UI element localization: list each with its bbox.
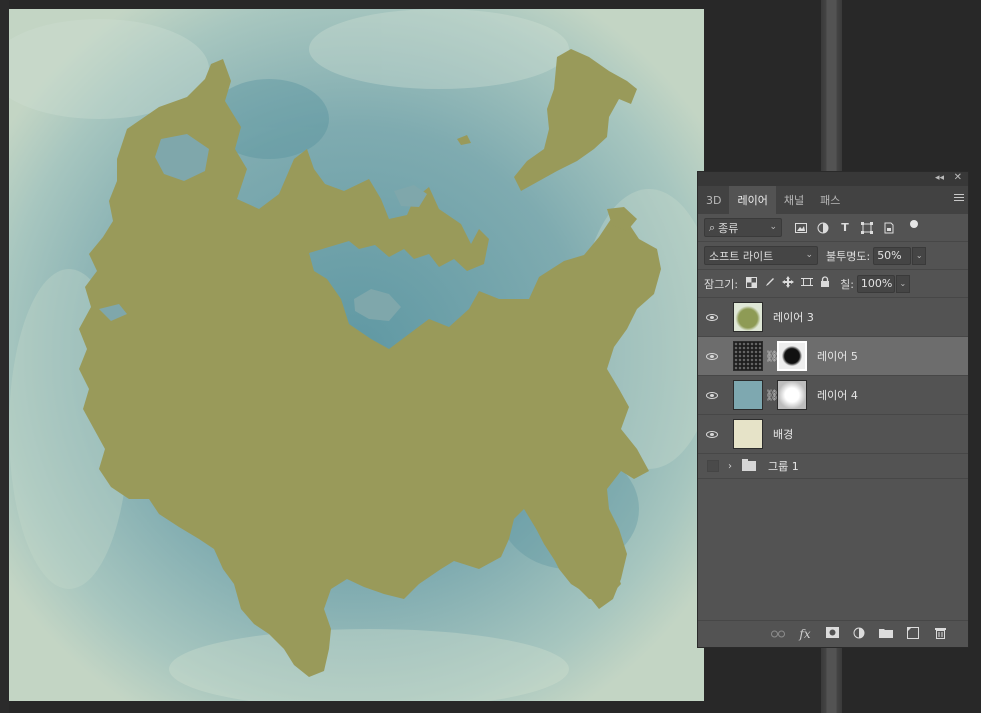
layer-name: 레이어 5 xyxy=(817,350,858,363)
link-icon[interactable] xyxy=(770,627,786,641)
layer-name: 레이어 3 xyxy=(773,311,814,324)
eye-icon xyxy=(706,352,718,360)
mask-link-icon[interactable]: ⛓ xyxy=(765,350,779,363)
eye-icon xyxy=(706,391,718,399)
layer-row-5[interactable]: ⛓ 레이어 5 xyxy=(698,337,968,376)
layer-row-background[interactable]: 배경 xyxy=(698,415,968,454)
chevron-right-icon[interactable]: › xyxy=(728,461,738,472)
layer-mask-thumbnail[interactable] xyxy=(777,380,807,410)
lock-image-pixels-icon[interactable] xyxy=(764,277,775,291)
filter-kind-select[interactable]: ⌕ 종류 ⌄ xyxy=(704,218,782,237)
pixel-filter-icon[interactable] xyxy=(794,221,808,235)
group-name: 그룹 1 xyxy=(768,460,799,473)
map-artwork xyxy=(9,9,704,701)
blend-mode-value: 소프트 라이트 xyxy=(709,249,774,263)
folder-icon[interactable] xyxy=(878,627,894,641)
opacity-slider-toggle[interactable]: ⌄ xyxy=(912,246,927,265)
blend-row: 소프트 라이트 ⌄ 불투명도: 50% ⌄ xyxy=(698,242,968,270)
lock-row: 잠그기: 칠: 100% ⌄ xyxy=(698,270,968,298)
document-canvas[interactable] xyxy=(9,9,704,701)
blend-mode-select[interactable]: 소프트 라이트 ⌄ xyxy=(704,246,818,265)
visibility-toggle[interactable] xyxy=(698,313,726,321)
eye-icon xyxy=(706,313,718,321)
folder-icon xyxy=(742,459,756,471)
panel-titlebar: ◂◂ ✕ xyxy=(698,172,968,186)
lock-position-icon[interactable] xyxy=(782,276,795,291)
filter-toggle-icon[interactable] xyxy=(910,219,918,228)
trash-icon[interactable] xyxy=(932,627,948,642)
fill-slider-toggle[interactable]: ⌄ xyxy=(895,274,910,293)
lock-artboard-icon[interactable] xyxy=(801,276,814,291)
filter-kind-label: 종류 xyxy=(718,221,739,235)
visibility-toggle[interactable] xyxy=(707,460,719,472)
layer-thumbnail xyxy=(733,341,763,371)
layer-thumbnail xyxy=(733,419,763,449)
adjustment-filter-icon[interactable] xyxy=(816,221,830,235)
fill-label: 칠: xyxy=(840,277,854,291)
filter-icons: T xyxy=(794,219,918,235)
layer-name: 레이어 4 xyxy=(817,389,858,402)
mask-link-icon[interactable]: ⛓ xyxy=(765,389,779,402)
panel-tabs: 3D 레이어 채널 패스 xyxy=(698,186,968,214)
tab-layers[interactable]: 레이어 xyxy=(729,186,776,214)
group-row-1[interactable]: › 그룹 1 xyxy=(698,454,968,479)
opacity-input[interactable]: 50% xyxy=(873,246,912,265)
tab-paths[interactable]: 패스 xyxy=(812,186,848,214)
mask-icon[interactable] xyxy=(824,627,840,641)
layer-row-3[interactable]: 레이어 3 xyxy=(698,298,968,337)
lock-label: 잠그기: xyxy=(704,277,739,291)
layer-row-4[interactable]: ⛓ 레이어 4 xyxy=(698,376,968,415)
layers-list: 레이어 3 ⛓ 레이어 5 ⛓ 레이어 4 배경 › 그룹 1 xyxy=(698,298,968,479)
pasteboard xyxy=(0,0,9,713)
lock-icons xyxy=(746,276,830,291)
panel-menu-icon[interactable] xyxy=(954,194,964,203)
chevron-down-icon: ⌄ xyxy=(805,250,813,260)
lock-transparent-icon[interactable] xyxy=(746,276,758,291)
chevron-down-icon: ⌄ xyxy=(769,222,777,232)
close-panel-icon[interactable]: ✕ xyxy=(954,172,962,183)
layer-thumbnail xyxy=(733,380,763,410)
layer-thumbnail xyxy=(733,302,763,332)
visibility-toggle[interactable] xyxy=(698,352,726,360)
smart-object-filter-icon[interactable] xyxy=(882,221,896,235)
panel-footer: fx xyxy=(698,620,968,647)
type-filter-icon[interactable]: T xyxy=(838,221,852,235)
layer-name: 배경 xyxy=(773,428,794,441)
new-layer-icon[interactable] xyxy=(905,626,921,642)
tab-3d[interactable]: 3D xyxy=(698,186,729,214)
photoshop-workspace: ◂◂ ✕ 3D 레이어 채널 패스 ⌕ 종류 ⌄ T 소프트 라이트 ⌄ 불투명… xyxy=(0,0,981,713)
fill-input[interactable]: 100% xyxy=(856,274,895,293)
shape-filter-icon[interactable] xyxy=(860,221,874,235)
layers-panel: ◂◂ ✕ 3D 레이어 채널 패스 ⌕ 종류 ⌄ T 소프트 라이트 ⌄ 불투명… xyxy=(697,171,969,648)
adjustment-icon[interactable] xyxy=(851,627,867,642)
filter-row: ⌕ 종류 ⌄ T xyxy=(698,214,968,242)
eye-icon xyxy=(706,430,718,438)
collapse-panel-icon[interactable]: ◂◂ xyxy=(935,173,944,183)
tab-channels[interactable]: 채널 xyxy=(776,186,812,214)
opacity-label: 불투명도: xyxy=(826,249,871,263)
lock-all-icon[interactable] xyxy=(820,276,830,291)
visibility-toggle[interactable] xyxy=(698,391,726,399)
layer-mask-thumbnail[interactable] xyxy=(777,341,807,371)
fx-icon[interactable]: fx xyxy=(797,627,813,641)
visibility-toggle[interactable] xyxy=(698,430,726,438)
search-icon: ⌕ xyxy=(709,220,716,234)
